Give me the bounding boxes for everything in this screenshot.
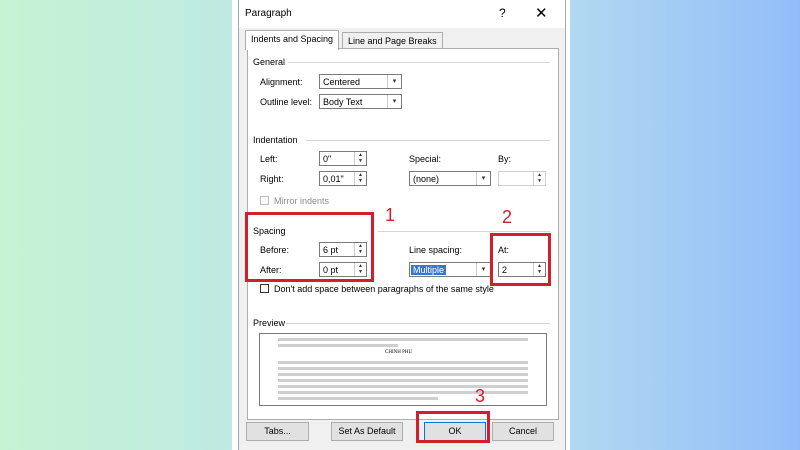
chevron-down-icon: ▾	[476, 172, 490, 185]
preview-line	[278, 344, 398, 347]
preview-line	[278, 367, 528, 370]
left-indent-value: 0"	[323, 154, 332, 164]
preview-divider	[286, 323, 550, 324]
alignment-value: Centered	[323, 77, 361, 87]
indentation-heading: Indentation	[253, 135, 298, 145]
by-spinner[interactable]: ▲ ▼	[498, 171, 546, 186]
preview-line	[278, 385, 528, 388]
indentation-divider	[306, 140, 550, 141]
annotation-label-3: 3	[475, 386, 486, 406]
set-as-default-button[interactable]: Set As Default	[331, 422, 403, 441]
outline-level-value: Body Text	[323, 97, 363, 107]
annotation-box-ok	[416, 411, 490, 443]
outline-level-dropdown[interactable]: Body Text ▾	[319, 94, 402, 109]
spin-arrows-icon[interactable]: ▲ ▼	[354, 152, 366, 165]
alignment-dropdown[interactable]: Centered ▾	[319, 74, 402, 89]
preview-box: CHINH PHU	[259, 333, 547, 406]
preview-line	[278, 338, 528, 341]
annotation-box-spacing	[245, 212, 374, 282]
spin-arrows-icon[interactable]: ▲ ▼	[533, 172, 545, 185]
dont-add-space-label: Don't add space between paragraphs of th…	[274, 284, 494, 294]
annotation-box-at	[490, 233, 551, 286]
preview-line	[278, 397, 438, 400]
alignment-label: Alignment:	[260, 77, 303, 87]
preview-line	[278, 391, 528, 394]
chevron-down-icon: ▾	[476, 263, 490, 276]
tab-line-and-page-breaks[interactable]: Line and Page Breaks	[342, 32, 443, 49]
by-label: By:	[498, 154, 512, 164]
spin-arrows-icon[interactable]: ▲ ▼	[354, 172, 366, 185]
mirror-indents-label: Mirror indents	[274, 196, 330, 206]
annotation-label-2: 2	[502, 207, 513, 227]
dialog-title: Paragraph	[245, 8, 292, 19]
right-indent-value: 0,01"	[323, 174, 344, 184]
tabs-button[interactable]: Tabs...	[246, 422, 309, 441]
tab-indents-and-spacing[interactable]: Indents and Spacing	[245, 30, 340, 50]
line-spacing-label: Line spacing:	[409, 245, 463, 255]
dont-add-space-checkbox[interactable]	[260, 284, 269, 293]
title-bar: Paragraph ? ✕	[239, 0, 565, 28]
special-label: Special:	[409, 154, 442, 164]
annotation-label-1: 1	[385, 205, 396, 225]
general-divider	[288, 62, 550, 63]
right-indent-label: Right:	[260, 174, 284, 184]
help-button[interactable]: ?	[499, 6, 506, 20]
preview-heading: Preview	[253, 318, 286, 328]
left-indent-label: Left:	[260, 154, 278, 164]
preview-line	[278, 373, 528, 376]
special-dropdown[interactable]: (none) ▾	[409, 171, 491, 186]
mirror-indents-checkbox[interactable]	[260, 196, 269, 205]
close-button[interactable]: ✕	[535, 4, 548, 22]
outline-level-label: Outline level:	[260, 97, 313, 107]
left-indent-spinner[interactable]: 0" ▲ ▼	[319, 151, 367, 166]
spacing-divider	[378, 231, 550, 232]
cancel-button[interactable]: Cancel	[492, 422, 554, 441]
line-spacing-dropdown[interactable]: Multiple ▾	[409, 262, 491, 277]
preview-line	[278, 361, 528, 364]
line-spacing-value: Multiple	[411, 265, 447, 275]
right-indent-spinner[interactable]: 0,01" ▲ ▼	[319, 171, 367, 186]
preview-sample-text: CHINH PHU	[385, 350, 413, 355]
chevron-down-icon: ▾	[387, 95, 401, 108]
general-heading: General	[253, 57, 286, 67]
preview-line	[278, 379, 528, 382]
special-value: (none)	[413, 174, 440, 184]
chevron-down-icon: ▾	[387, 75, 401, 88]
